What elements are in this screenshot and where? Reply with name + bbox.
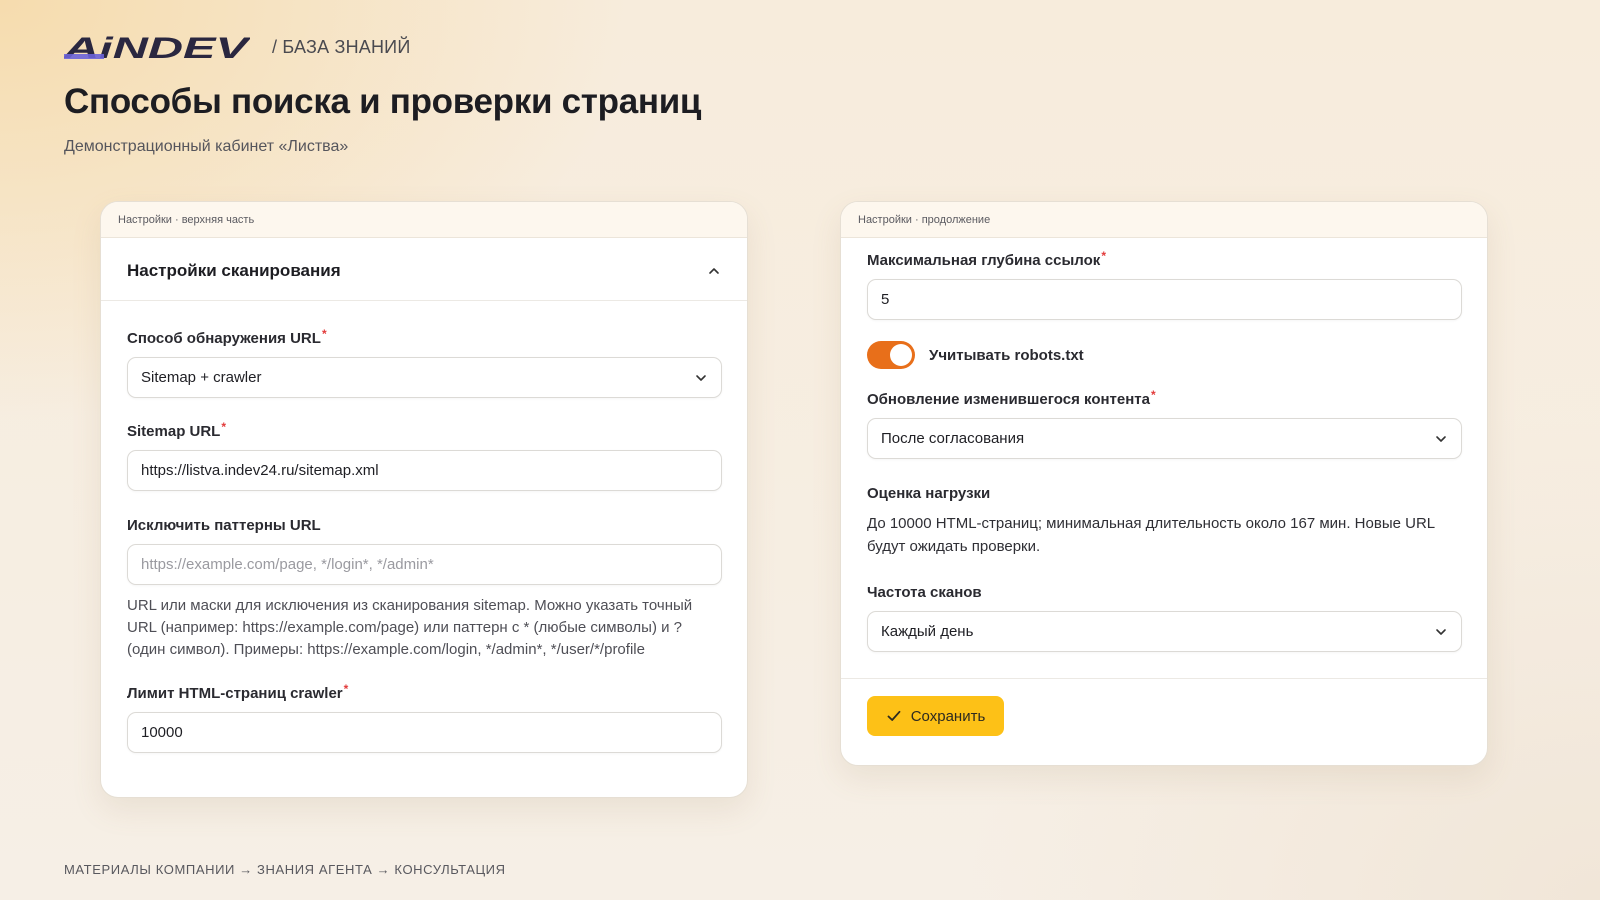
exclude-label: Исключить паттерны URL	[127, 517, 321, 534]
frequency-label: Частота сканов	[867, 584, 982, 601]
breadcrumb[interactable]: / БАЗА ЗНАНИЙ	[272, 37, 410, 58]
save-button[interactable]: Сохранить	[867, 696, 1004, 736]
exclude-help-text: URL или маски для исключения из сканиров…	[127, 597, 693, 658]
update-label: Обновление изменившегося контента*	[867, 388, 1156, 408]
required-mark: *	[343, 682, 349, 696]
exclude-patterns-input[interactable]: https://example.com/page, */login*, */ad…	[127, 544, 722, 585]
save-button-label: Сохранить	[910, 707, 986, 725]
scan-frequency-select[interactable]: Каждый день	[867, 611, 1462, 652]
scan-settings-body: Способ обнаружения URL* Sitemap + crawle…	[101, 301, 747, 753]
page-subtitle: Демонстрационный кабинет «Листва»	[64, 138, 349, 155]
chevron-down-icon	[696, 374, 706, 381]
sitemap-label: Sitemap URL*	[127, 420, 227, 440]
chevron-down-icon	[1436, 435, 1446, 442]
footer-flow: МАТЕРИАЛЫ КОМПАНИИ → ЗНАНИЯ АГЕНТА → КОН…	[64, 862, 506, 877]
link-depth-input[interactable]: 5	[867, 279, 1462, 320]
limit-label: Лимит HTML-страниц crawler*	[127, 682, 349, 702]
aindev-logo[interactable]: AiNDEV	[64, 32, 250, 62]
exclude-placeholder: https://example.com/page, */login*, */ad…	[141, 556, 434, 573]
page-header: AiNDEV / БАЗА ЗНАНИЙ Способы поиска и пр…	[64, 30, 701, 156]
chevron-down-icon	[1436, 628, 1446, 635]
robots-toggle[interactable]	[867, 341, 915, 369]
discovery-select-value: Sitemap + crawler	[141, 369, 262, 386]
sitemap-url-input[interactable]: https://listva.indev24.ru/sitemap.xml	[127, 450, 722, 491]
load-estimate-label: Оценка нагрузки	[867, 485, 991, 502]
toggle-knob	[890, 344, 912, 366]
required-mark: *	[1101, 249, 1106, 263]
depth-label: Максимальная глубина ссылок*	[867, 249, 1106, 269]
scan-settings-card-top: Настройки · верхняя часть Настройки скан…	[100, 201, 748, 798]
scan-settings-card-bottom: Настройки · продолжение Максимальная глу…	[840, 201, 1488, 766]
sitemap-url-value: https://listva.indev24.ru/sitemap.xml	[141, 462, 379, 479]
link-depth-value: 5	[881, 291, 890, 308]
chevron-up-icon[interactable]	[707, 264, 721, 278]
card-caption: Настройки · продолжение	[841, 202, 1487, 238]
page-title: Способы поиска и проверки страниц	[64, 82, 702, 121]
card-caption: Настройки · верхняя часть	[101, 202, 747, 238]
required-mark: *	[1150, 388, 1156, 402]
required-mark: *	[321, 327, 327, 341]
check-icon	[887, 710, 901, 721]
section-title: Настройки сканирования	[127, 261, 341, 280]
robots-toggle-row: Учитывать robots.txt	[867, 341, 1462, 369]
robots-toggle-label: Учитывать robots.txt	[929, 346, 1084, 364]
scan-frequency-value: Каждый день	[881, 623, 974, 640]
load-estimate-text: До 10000 HTML-страниц; минимальная длите…	[867, 515, 1435, 555]
scan-settings-continued: Максимальная глубина ссылок* 5 Учитывать…	[841, 238, 1487, 652]
discovery-select[interactable]: Sitemap + crawler	[127, 357, 722, 398]
crawler-limit-input[interactable]: 10000	[127, 712, 722, 753]
discovery-label: Способ обнаружения URL*	[127, 327, 327, 347]
required-mark: *	[221, 420, 227, 434]
brand-row: AiNDEV / БАЗА ЗНАНИЙ	[64, 30, 701, 64]
scan-settings-header[interactable]: Настройки сканирования	[101, 242, 747, 301]
update-mode-value: После согласования	[881, 430, 1025, 447]
crawler-limit-value: 10000	[141, 724, 183, 741]
update-mode-select[interactable]: После согласования	[867, 418, 1462, 459]
divider	[841, 678, 1487, 679]
